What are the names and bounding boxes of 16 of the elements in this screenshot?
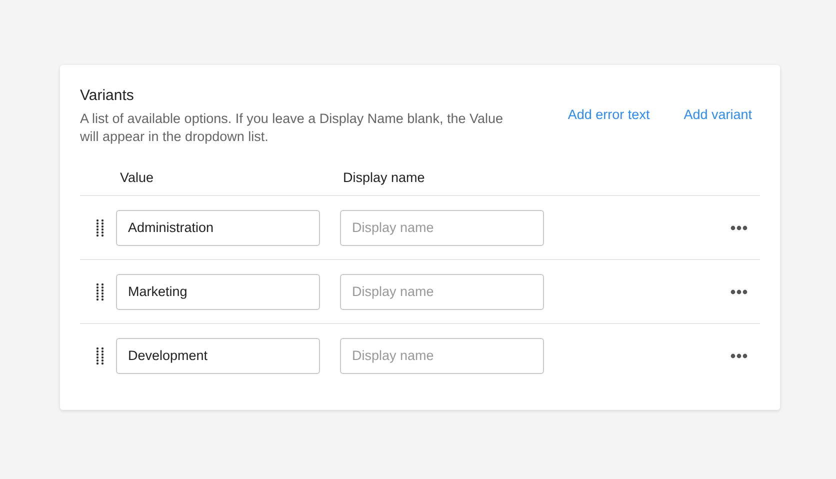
display-name-field[interactable]: Display name <box>340 338 544 374</box>
display-name-field[interactable]: Display name <box>340 274 544 310</box>
more-options-icon[interactable] <box>730 288 748 294</box>
more-options-icon[interactable] <box>730 224 748 230</box>
drag-handle-icon[interactable] <box>96 282 104 300</box>
value-field[interactable]: Development <box>116 338 320 374</box>
column-header: Value <box>120 170 154 185</box>
drag-handle-icon[interactable] <box>96 346 104 364</box>
column-header: Display name <box>343 170 425 185</box>
section-description: A list of available options. If you leave a Display Name blank, the Value will appear in the dropdown list. <box>80 110 504 146</box>
more-options-icon[interactable] <box>730 352 748 358</box>
value-field[interactable]: Marketing <box>116 274 320 310</box>
value-field[interactable]: Administration <box>116 210 320 246</box>
section-title: Variants <box>80 87 135 104</box>
display-name-field[interactable]: Display name <box>340 210 544 246</box>
drag-handle-icon[interactable] <box>96 218 104 236</box>
